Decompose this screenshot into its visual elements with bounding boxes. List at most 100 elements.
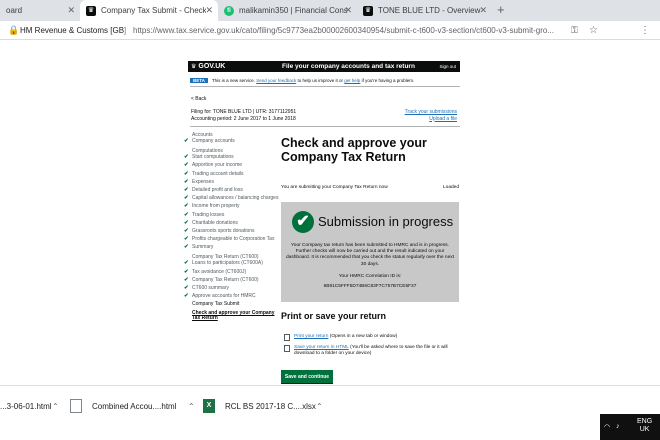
divider: | [124, 25, 127, 35]
close-tab-icon[interactable]: ✕ [344, 5, 352, 16]
print-return-link[interactable]: Print your return [294, 334, 328, 339]
beta-tag: BETA [190, 78, 208, 83]
chevron-up-icon[interactable]: ⌃ [188, 402, 195, 411]
sidebar-item[interactable]: ✔ Approve accounts for HMRC [184, 294, 279, 300]
accounting-period: Accounting period: 2 June 2017 to 1 June… [191, 115, 296, 122]
beta-banner: BETA This is a new service. Send your fe… [188, 78, 460, 83]
completed-tick-icon: ✔ [184, 285, 189, 291]
completed-tick-icon: ✔ [184, 293, 189, 300]
language-indicator[interactable]: ENG UK [637, 418, 652, 434]
language-code: ENG [637, 418, 653, 425]
sign-out-link[interactable]: Sign out [439, 64, 456, 69]
beta-text-start: This is a new service. [211, 78, 255, 83]
print-save-heading: Print or save your return [281, 311, 387, 321]
sidebar-item-label: Loans to participators (CT600A) [192, 260, 263, 267]
upload-file-link[interactable]: Upload a file [405, 116, 457, 123]
govuk-logo[interactable]: GOV.UK [198, 63, 225, 70]
track-submissions-link[interactable]: Track your submissions [405, 109, 457, 116]
sidebar-item-label: Approve accounts for HMRC [192, 293, 256, 300]
sidebar-item-label: Grassroots sports donations [192, 227, 255, 234]
completed-tick-icon: ✔ [184, 268, 189, 275]
sidebar-item[interactable]: ✔ Start computations [184, 155, 279, 161]
completed-tick-icon: ✔ [184, 178, 189, 185]
browser-tab[interactable]: ♛ TONE BLUE LTD - Overview (free ✕ [357, 0, 492, 21]
url-text[interactable]: https://www.tax.service.gov.uk/cato/fili… [133, 26, 554, 35]
bookmark-star-icon[interactable]: ☆ [589, 25, 598, 36]
beta-text-middle: to help us improve it or [297, 78, 344, 83]
sidebar-item[interactable]: ✔ Grassroots sports donations [184, 227, 279, 235]
sidebar-item[interactable]: ✔ Detailed profit and loss [184, 186, 279, 194]
completed-tick-icon: ✔ [184, 236, 189, 243]
completed-tick-icon: ✔ [184, 227, 189, 234]
tab-title: TONE BLUE LTD - Overview (free [378, 6, 483, 15]
key-icon[interactable]: ⚿ [571, 25, 578, 36]
get-help-link[interactable]: get help [344, 78, 360, 83]
completed-tick-icon: ✔ [184, 162, 189, 169]
downloads-bar: ...3-06-01.html ⌃ Combined Accou....html… [0, 385, 660, 425]
sidebar-item[interactable]: ✔ Trading losses [184, 211, 279, 219]
divider [190, 126, 460, 127]
sidebar-item[interactable]: ✔ Income from property [184, 204, 279, 210]
new-tab-button[interactable]: + [497, 2, 505, 17]
sidebar-item[interactable]: ✔ Company Tax Return (CT600) [184, 277, 279, 284]
service-name[interactable]: File your company accounts and tax retur… [282, 63, 415, 70]
browser-tab-active[interactable]: ♛ Company Tax Submit - Check an ✕ [80, 0, 218, 21]
back-link[interactable]: < Back [191, 96, 206, 102]
confirmation-panel: ✔ Submission in progress Your Company ta… [281, 202, 459, 302]
sidebar-item[interactable]: ✔ Trading account details [184, 170, 279, 178]
volume-icon[interactable]: ♪ [616, 423, 620, 430]
close-tab-icon[interactable]: ✕ [205, 5, 213, 16]
chevron-up-icon[interactable]: ⌃ [52, 402, 59, 411]
print-return-row: Print your return (Opens in a new tab or… [284, 334, 459, 341]
document-icon [284, 345, 290, 352]
completed-tick-icon: ✔ [184, 244, 189, 251]
filing-details: Filing for: TONE BLUE LTD | UTR: 3177112… [191, 109, 296, 122]
download-item[interactable]: Combined Accou....html ⌃ [70, 386, 195, 426]
sidebar-item[interactable]: ✔ Loans to participators (CT600A) [184, 261, 279, 267]
beta-text: This is a new service. Send your feedbac… [212, 78, 414, 83]
sidebar-item-label: Company accounts [192, 138, 235, 144]
download-item[interactable]: X RCL BS 2017-18 C....xlsx ⌃ [203, 386, 328, 426]
completed-tick-icon: ✔ [184, 260, 189, 267]
save-and-continue-button[interactable]: Save and continue [281, 370, 333, 383]
wifi-icon[interactable]: ◠ [604, 423, 610, 431]
correlation-label: Your HMRC Correlation ID is: [338, 274, 402, 279]
sidebar-item[interactable]: ✔ Capital allowances / balancing charges [184, 196, 279, 202]
completed-tick-icon: ✔ [184, 219, 189, 226]
sidebar-item: Check and approve your Company Tax Retur… [184, 310, 279, 322]
sidebar-item[interactable]: ✔ CT600 summary [184, 285, 279, 292]
sidebar-item[interactable]: ✔ Expenses [184, 178, 279, 186]
completed-tick-icon: ✔ [184, 211, 189, 218]
sidebar-item-label: Company Tax Submit [192, 301, 240, 308]
sidebar-item[interactable]: ✔ Apportion your income [184, 163, 279, 169]
lock-icon[interactable]: 🔒 [8, 25, 19, 36]
close-tab-icon[interactable]: ✕ [67, 5, 75, 16]
sidebar-item-label: Trading losses [192, 211, 225, 218]
download-filename: Combined Accou....html [92, 401, 177, 411]
sidebar-item[interactable]: ✔ Company accounts [184, 138, 279, 145]
completed-tick-icon: ✔ [184, 138, 189, 144]
browser-tab[interactable]: oard ✕ [0, 0, 80, 21]
sidebar-item[interactable]: ✔ Charitable donations [184, 219, 279, 227]
sidebar-item[interactable]: ✔ Profits chargeable to Corporation Tax [184, 236, 279, 243]
sidebar-item-label: Apportion your income [192, 162, 243, 169]
system-tray: ◠ ♪ ENG UK [600, 414, 660, 440]
completed-tick-icon: ✔ [184, 186, 189, 193]
browser-menu-icon[interactable]: ⋮ [640, 25, 650, 36]
sidebar-item-label: Income from property [192, 203, 240, 210]
download-item[interactable]: ...3-06-01.html ⌃ [0, 386, 62, 426]
sidebar-item: Company Tax Submit [184, 302, 279, 308]
close-tab-icon[interactable]: ✕ [479, 5, 487, 16]
correlation-id: 6B81C5FFF5D74B6C83F7C757B7CE5F37 [323, 284, 417, 289]
sidebar-item[interactable]: ✔ Summary [184, 245, 279, 251]
completed-tick-icon: ✔ [184, 154, 189, 161]
sidebar-item-label: Summary [192, 244, 214, 251]
feedback-link[interactable]: Send your feedback [256, 78, 296, 83]
address-bar[interactable]: 🔒 HM Revenue & Customs [GB] | https://ww… [0, 21, 660, 40]
save-html-link[interactable]: Save your return in HTML [294, 345, 349, 350]
sidebar-item-label: Trading account details [192, 170, 244, 177]
sidebar-item[interactable]: ✔ Tax avoidance (CT600J) [184, 268, 279, 276]
browser-tab[interactable]: fi malikamin350 | Financial Consult ✕ [218, 0, 357, 21]
print-note: (Opens in a new tab or window) [329, 334, 398, 339]
chevron-up-icon[interactable]: ⌃ [316, 402, 323, 411]
